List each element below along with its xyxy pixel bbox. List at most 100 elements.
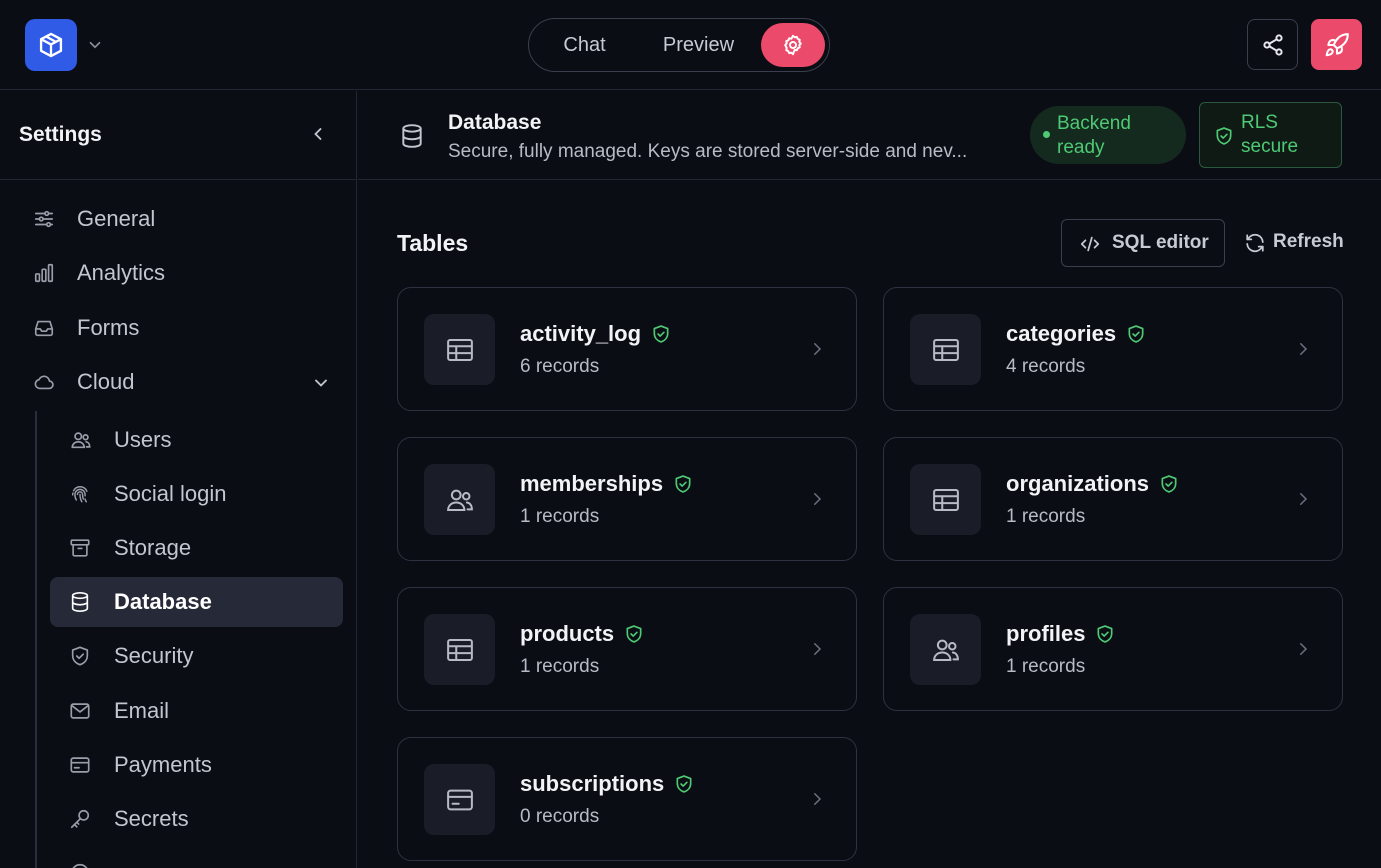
table-record-count: 6 records — [520, 356, 600, 377]
refresh-icon — [1246, 233, 1264, 253]
page-description: Secure, fully managed. Keys are stored s… — [448, 141, 968, 162]
table-card-memberships[interactable]: memberships 1 records — [397, 437, 857, 561]
table-tile — [424, 614, 495, 685]
sidebar-item-label: Security — [114, 643, 194, 668]
table-tile — [910, 614, 981, 685]
table-record-count: 1 records — [520, 506, 600, 527]
app-logo-button[interactable] — [25, 19, 77, 71]
refresh-label: Refresh — [1273, 231, 1344, 252]
sidebar-item-secrets[interactable]: Secrets — [50, 794, 343, 844]
table-tile — [424, 464, 495, 535]
top-bar: Chat Preview — [0, 0, 1381, 90]
tab-chat[interactable]: Chat — [533, 23, 636, 67]
share-button[interactable] — [1247, 19, 1298, 70]
table-card-activity-log[interactable]: activity_log 6 records — [397, 287, 857, 411]
sidebar-item-social-login[interactable]: Social login — [50, 469, 343, 519]
chevron-down-icon[interactable] — [86, 36, 104, 54]
sidebar-item-database[interactable]: Database — [50, 577, 343, 627]
refresh-button[interactable]: Refresh — [1244, 219, 1344, 267]
shield-check-icon — [675, 475, 691, 493]
inbox-icon — [34, 320, 54, 337]
sidebar-header: Settings — [0, 91, 356, 180]
chevron-right-icon — [1300, 643, 1308, 655]
key-icon — [70, 809, 90, 829]
table-record-count: 4 records — [1006, 356, 1086, 377]
table-name: organizations — [1006, 471, 1150, 496]
users-icon — [446, 489, 473, 511]
table-name: memberships — [520, 471, 664, 496]
shield-check-icon — [626, 625, 642, 643]
sidebar-item-label: Analytics — [77, 260, 166, 285]
sidebar-item-label: General — [77, 206, 156, 231]
publish-button[interactable] — [1311, 19, 1362, 70]
chevron-right-icon — [814, 793, 822, 805]
sidebar-item-email[interactable]: Email — [50, 686, 343, 736]
table-icon — [932, 338, 959, 361]
sidebar-item-label: Email — [114, 698, 170, 723]
chevron-right-icon — [1300, 343, 1308, 355]
table-name-row: profiles — [1006, 621, 1115, 647]
circle-icon — [72, 863, 88, 868]
table-tile — [910, 464, 981, 535]
table-name-row: subscriptions — [520, 771, 694, 797]
chevron-right-icon — [814, 343, 822, 355]
table-name: profiles — [1006, 621, 1086, 646]
sidebar-item-security[interactable]: Security — [50, 631, 343, 681]
tab-preview[interactable]: Preview — [636, 23, 761, 67]
chevron-right-icon — [814, 643, 822, 655]
chevron-left-icon[interactable] — [308, 124, 328, 144]
shield-check-icon — [1161, 475, 1177, 493]
sidebar-item-cloud[interactable]: Cloud — [0, 357, 356, 407]
table-card-categories[interactable]: categories 4 records — [883, 287, 1343, 411]
shield-check-icon — [1128, 325, 1144, 343]
sidebar-item-storage[interactable]: Storage — [50, 523, 343, 573]
table-name-row: organizations — [1006, 471, 1179, 497]
sidebar-item-forms[interactable]: Forms — [0, 303, 356, 353]
table-record-count: 1 records — [1006, 656, 1086, 677]
table-card-products[interactable]: products 1 records — [397, 587, 857, 711]
table-card-profiles[interactable]: profiles 1 records — [883, 587, 1343, 711]
sidebar-item-users[interactable]: Users — [50, 415, 343, 465]
shield-check-icon — [71, 646, 89, 666]
database-header: Database Secure, fully managed. Keys are… — [358, 91, 1381, 180]
sidebar-item-label: Social login — [114, 481, 227, 506]
credit-card-icon — [70, 757, 90, 773]
sql-editor-button[interactable]: SQL editor — [1061, 219, 1225, 267]
table-record-count: 0 records — [520, 806, 600, 827]
credit-card-icon — [446, 789, 473, 810]
sidebar-item-label: Forms — [77, 315, 140, 340]
code-icon — [1080, 236, 1100, 252]
table-name: products — [520, 621, 615, 646]
sliders-icon — [34, 210, 54, 228]
shield-check-icon — [676, 775, 692, 793]
table-card-subscriptions[interactable]: subscriptions 0 records — [397, 737, 857, 861]
sidebar-item-general[interactable]: General — [0, 194, 356, 244]
settings-sidebar: Settings General Analytics Forms Cloud U… — [0, 91, 357, 868]
users-icon — [71, 432, 91, 449]
table-card-organizations[interactable]: organizations 1 records — [883, 437, 1343, 561]
page-title: Database — [448, 111, 542, 134]
sidebar-item-payments[interactable]: Payments — [50, 740, 343, 790]
backend-status-label: Backend ready — [1057, 113, 1131, 158]
submenu-guide-line — [35, 411, 37, 868]
table-tile — [424, 764, 495, 835]
sidebar-item-analytics[interactable]: Analytics — [0, 248, 356, 298]
shield-check-icon — [1216, 127, 1232, 145]
table-icon — [446, 338, 473, 361]
tab-settings[interactable] — [761, 23, 825, 67]
table-icon — [932, 488, 959, 511]
table-name-row: products — [520, 621, 644, 647]
cube-icon — [39, 32, 63, 58]
users-icon — [932, 639, 959, 661]
sidebar-title: Settings — [19, 123, 102, 146]
database-icon — [71, 592, 89, 612]
archive-icon — [70, 539, 90, 557]
table-name: categories — [1006, 321, 1117, 346]
shield-check-icon — [653, 325, 669, 343]
bar-chart-icon — [34, 263, 54, 283]
table-name-row: categories — [1006, 321, 1146, 347]
rls-status-badge: RLS secure — [1199, 102, 1342, 168]
sidebar-item-clipped[interactable] — [50, 848, 343, 868]
status-dot — [1043, 131, 1050, 138]
sidebar-item-label: Secrets — [114, 806, 189, 831]
